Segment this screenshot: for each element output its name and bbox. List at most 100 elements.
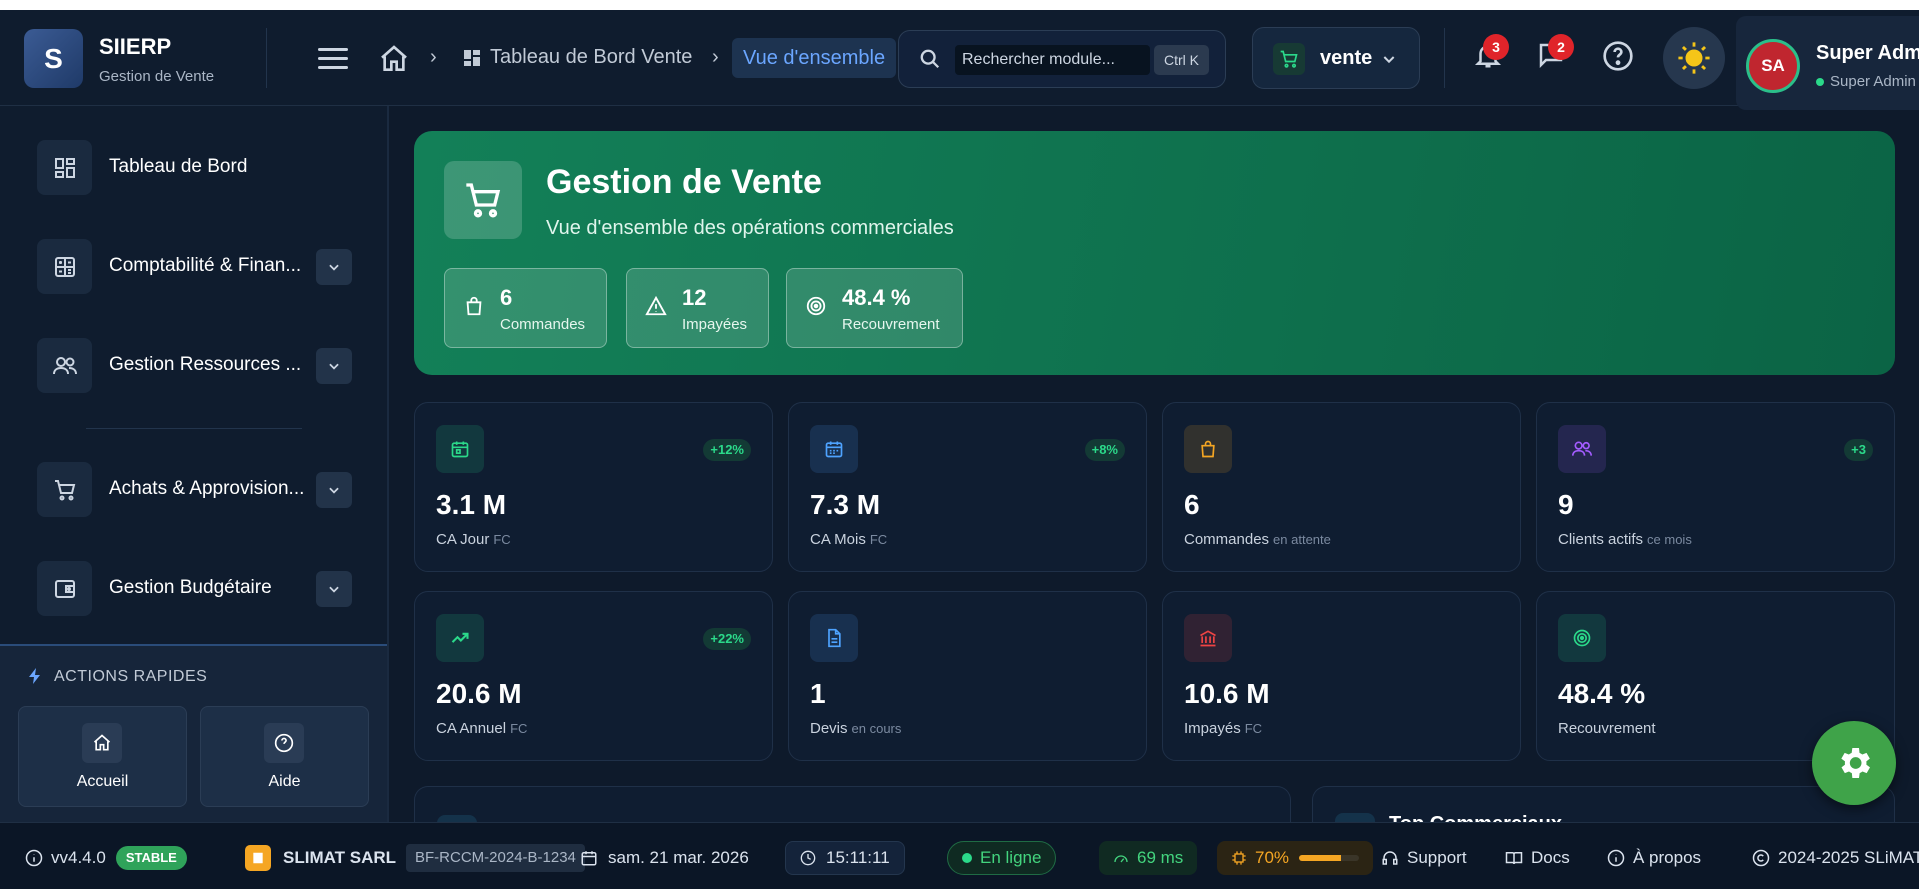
time-display: 15:11:11 (785, 841, 905, 875)
kpi-label-text: CA Jour (436, 531, 490, 548)
hero-stat-label: Recouvrement (842, 316, 940, 333)
support-text: Support (1407, 848, 1467, 867)
hero-banner: Gestion de Vente Vue d'ensemble des opér… (414, 131, 1895, 375)
copyright: 2024-2025 SLiMAT (1752, 841, 1919, 875)
book-icon (1505, 852, 1523, 865)
kpi-card[interactable]: 6 Commandes en attente (1162, 402, 1521, 572)
kpi-card[interactable]: +22% 20.6 M CA Annuel FC (414, 591, 773, 761)
module-label: vente (1320, 47, 1373, 69)
search-input[interactable]: Rechercher module... (955, 45, 1150, 75)
sidebar-item-label: Comptabilité & Finan... (109, 255, 302, 276)
support-link[interactable]: Support (1381, 841, 1467, 875)
kpi-sublabel: FC (493, 532, 511, 547)
app-subtitle: Gestion de Vente (99, 68, 215, 85)
chevron-down-icon (1381, 51, 1397, 67)
calendar-day-icon (436, 425, 484, 473)
avatar: SA (1746, 39, 1800, 93)
chevron-down-icon[interactable] (316, 472, 352, 508)
kpi-card[interactable]: +3 9 Clients actifs ce mois (1536, 402, 1895, 572)
kpi-label: CA Mois FC (810, 531, 887, 548)
kpi-label-text: Clients actifs (1558, 531, 1644, 548)
user-menu[interactable]: SA Super Admin Super Admin (1736, 16, 1919, 110)
kpi-value: 9 (1558, 489, 1574, 520)
brand: SIIERP Gestion de Vente (99, 34, 214, 85)
kpi-label: Impayés FC (1184, 720, 1262, 737)
date-text: sam. 21 mar. 2026 (608, 848, 749, 867)
kpi-card[interactable]: +8% 7.3 M CA Mois FC (788, 402, 1147, 572)
chevron-down-icon[interactable] (316, 348, 352, 384)
kpi-card[interactable]: 10.6 M Impayés FC (1162, 591, 1521, 761)
status-text: En ligne (980, 848, 1042, 867)
settings-fab-gear-icon[interactable] (1812, 721, 1896, 805)
chevron-down-icon[interactable] (316, 249, 352, 285)
quick-action-home[interactable]: Accueil (18, 706, 187, 807)
docs-link[interactable]: Docs (1505, 841, 1570, 875)
clock-icon (800, 850, 816, 866)
messages-badge: 2 (1548, 34, 1574, 60)
hero-stat-commandes[interactable]: 6 Commandes (444, 268, 607, 348)
kpi-label: Devis en cours (810, 720, 901, 737)
breadcrumb-section[interactable]: Tableau de Bord Vente (490, 46, 692, 69)
sidebar-item-achats[interactable]: Achats & Approvision... (37, 462, 359, 518)
module-selector[interactable]: vente (1252, 27, 1420, 89)
cart-icon (1273, 43, 1305, 75)
kpi-card[interactable]: 1 Devis en cours (788, 591, 1147, 761)
hero-stat-value: 12 (682, 285, 707, 310)
kpi-sublabel: ce mois (1647, 532, 1692, 547)
cart-icon (444, 161, 522, 239)
kpi-label: Commandes en attente (1184, 531, 1331, 548)
search-box[interactable]: Rechercher module... Ctrl K (898, 30, 1226, 88)
bank-icon (1184, 614, 1232, 662)
help-icon[interactable] (1602, 40, 1638, 76)
chevron-right-icon: › (430, 46, 437, 68)
quick-action-help[interactable]: Aide (200, 706, 369, 807)
sidebar-item-dashboard[interactable]: Tableau de Bord (37, 140, 359, 196)
hero-stat-value: 6 (500, 285, 513, 310)
chevron-right-icon: › (712, 46, 719, 68)
hero-stat-recouvrement[interactable]: 48.4 % Recouvrement (786, 268, 963, 348)
status-footer: vv4.4.0 STABLE SLIMAT SARL BF-RCCM-2024-… (0, 822, 1919, 889)
kpi-label-text: Commandes (1184, 531, 1270, 548)
home-icon[interactable] (378, 43, 410, 75)
people-icon (37, 338, 92, 393)
trend-badge: +22% (703, 628, 751, 650)
hero-title: Gestion de Vente (546, 163, 822, 201)
sidebar-item-rh[interactable]: Gestion Ressources ... (37, 338, 359, 394)
trend-badge: +8% (1084, 439, 1125, 461)
trend-badge: +3 (1844, 439, 1873, 461)
app-logo[interactable]: S (24, 29, 83, 88)
kpi-label: Recouvrement (1558, 720, 1656, 737)
document-icon (810, 614, 858, 662)
breadcrumb-current: Vue d'ensemble (732, 38, 897, 78)
kpi-label-text: Devis (810, 720, 848, 737)
calendar-icon (581, 851, 597, 866)
messages-icon[interactable]: 2 (1536, 34, 1574, 76)
latency-display: 69 ms (1099, 841, 1198, 875)
sidebar-item-comptabilite[interactable]: Comptabilité & Finan... (37, 239, 359, 295)
info-icon (1607, 849, 1625, 867)
kpi-sublabel: en cours (851, 721, 902, 736)
copyright-icon (1752, 849, 1770, 867)
trend-badge: +12% (703, 439, 751, 461)
home-icon (82, 723, 122, 763)
latency-text: 69 ms (1137, 848, 1184, 867)
user-role: Super Admin (1816, 73, 1916, 90)
menu-toggle-icon[interactable] (318, 48, 348, 70)
hero-stat-impayees[interactable]: 12 Impayées (626, 268, 769, 348)
cpu-usage: 70% (1217, 841, 1374, 875)
kpi-value: 10.6 M (1184, 678, 1270, 709)
hero-stat-label: Commandes (500, 316, 586, 333)
notifications-bell-icon[interactable]: 3 (1473, 34, 1509, 76)
chevron-down-icon[interactable] (316, 571, 352, 607)
kpi-value: 3.1 M (436, 489, 507, 520)
sidebar-item-budget[interactable]: Gestion Budgétaire (37, 561, 359, 617)
header-divider (266, 28, 267, 88)
cpu-text: 70% (1255, 848, 1290, 867)
lightning-icon (28, 668, 42, 684)
app-name: SIIERP (99, 34, 172, 59)
kpi-label: CA Jour FC (436, 531, 511, 548)
about-link[interactable]: À propos (1607, 841, 1701, 875)
theme-toggle-sun-icon[interactable] (1663, 27, 1725, 89)
time-text: 15:11:11 (826, 848, 890, 867)
kpi-card[interactable]: +12% 3.1 M CA Jour FC (414, 402, 773, 572)
